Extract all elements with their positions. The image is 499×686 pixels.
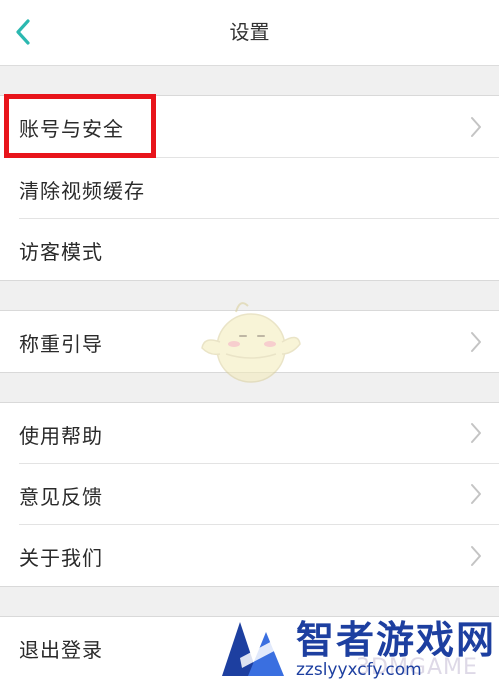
settings-item-label: 意见反馈: [19, 485, 103, 509]
settings-item-label: 退出登录: [19, 638, 103, 662]
highlight-annotation-box: [4, 94, 156, 158]
settings-item-label: 清除视频缓存: [19, 179, 145, 203]
mascot-illustration: [201, 302, 301, 383]
navigation-bar: 设置: [0, 0, 499, 66]
page-title: 设置: [229, 20, 270, 44]
section-gap: [0, 587, 499, 616]
section-gap: [0, 66, 499, 95]
chevron-right-icon: [471, 546, 481, 566]
chevron-right-icon: [471, 423, 481, 443]
settings-item-help[interactable]: 使用帮助: [0, 403, 499, 463]
chevron-right-icon: [471, 117, 481, 137]
watermark-logo-icon: [222, 622, 284, 676]
settings-item-label: 关于我们: [19, 546, 103, 570]
chevron-right-icon: [471, 484, 481, 504]
settings-item-label: 使用帮助: [19, 424, 103, 448]
chevron-right-icon: [471, 332, 481, 352]
settings-item-label: 访客模式: [19, 240, 103, 264]
settings-item-guest-mode[interactable]: 访客模式: [0, 219, 499, 280]
watermark-url: zzslyyxcfy.com: [296, 660, 422, 680]
settings-item-about-us[interactable]: 关于我们: [0, 525, 499, 586]
settings-item-label: 称重引导: [19, 332, 103, 356]
settings-item-clear-video-cache[interactable]: 清除视频缓存: [0, 158, 499, 218]
settings-item-feedback[interactable]: 意见反馈: [0, 464, 499, 524]
